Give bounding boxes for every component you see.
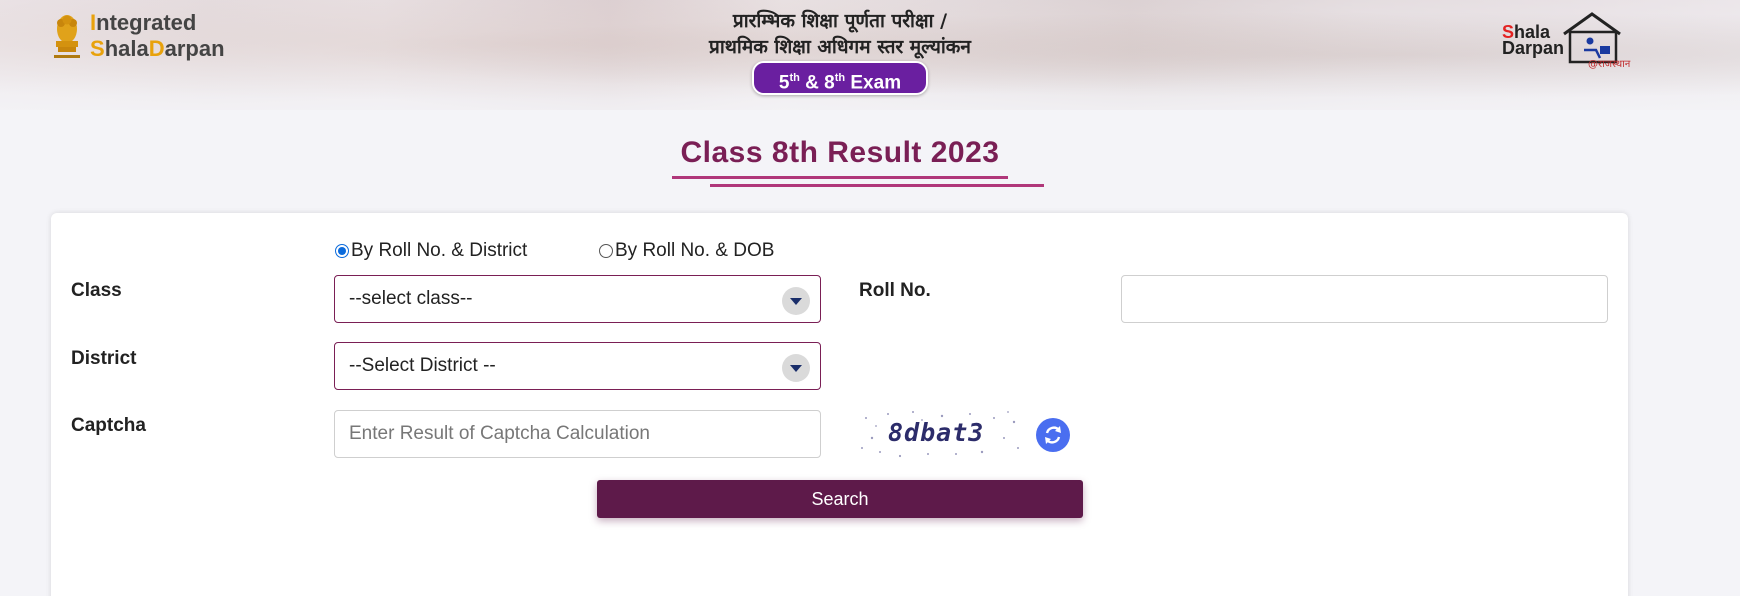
radio-by-roll-district[interactable]: By Roll No. & District (335, 240, 527, 262)
exam-badge-rest: Exam (845, 72, 902, 94)
exam-badge-5-sup: th (789, 72, 800, 84)
title-underline (672, 176, 1008, 179)
header-banner: Integrated ShalaDarpan प्रारम्भिक शिक्षा… (0, 0, 1740, 110)
captcha-image: 8dbat3 (858, 408, 1026, 460)
result-form-card (51, 213, 1628, 596)
captcha-label: Captcha (71, 415, 146, 436)
class-label: Class (71, 280, 122, 301)
shala-darpan-wordmark: Shala Darpan (1502, 23, 1565, 58)
exam-title-hindi: प्रारम्भिक शिक्षा पूर्णता परीक्षा / प्रा… (660, 8, 1020, 60)
roll-no-label: Roll No. (859, 280, 931, 301)
exam-badge-5: 5 (778, 72, 790, 94)
title-underline-offset (710, 184, 1044, 187)
logo-word: Darpan (1502, 38, 1565, 58)
radio-label: By Roll No. & DOB (615, 240, 775, 261)
captcha-text: 8dbat3 (888, 418, 985, 447)
district-label: District (71, 348, 137, 369)
class-select[interactable]: --select class-- (334, 275, 821, 323)
exam-badge-8-sup: th (834, 72, 846, 84)
logo-wordmark: Integrated ShalaDarpan (90, 10, 225, 62)
radio-checked-icon[interactable] (335, 244, 349, 258)
logo-word: hala (104, 36, 149, 61)
roll-no-input[interactable] (1121, 275, 1608, 323)
chevron-down-icon (782, 287, 810, 315)
integrated-shaladarpan-logo[interactable]: Integrated ShalaDarpan (50, 10, 225, 62)
logo-state-text: @राजस्थान (1588, 59, 1631, 70)
radio-label: By Roll No. & District (351, 240, 528, 261)
district-select[interactable]: --Select District -- (334, 342, 821, 390)
captcha-input[interactable]: Enter Result of Captcha Calculation (334, 410, 821, 458)
search-button[interactable]: Search (597, 480, 1083, 518)
logo-word: ntegrated (96, 10, 197, 35)
exam-badge-8: 8 (824, 72, 835, 94)
exam-badge: 5th & 8th Exam (752, 61, 928, 95)
radio-by-roll-dob[interactable]: By Roll No. & DOB (599, 240, 774, 262)
district-select-value: --Select District -- (349, 355, 496, 376)
shala-darpan-rajasthan-logo[interactable]: Shala Darpan @राजस्थान (1500, 12, 1632, 70)
exam-title-line2: प्राथमिक शिक्षा अधिगम स्तर मूल्यांकन (709, 36, 971, 58)
logo-word: arpan (164, 36, 225, 61)
refresh-captcha-icon[interactable] (1036, 418, 1070, 452)
page-title: Class 8th Result 2023 (680, 136, 1000, 169)
radio-unchecked-icon[interactable] (599, 244, 613, 258)
national-emblem-icon (50, 11, 84, 61)
chevron-down-icon (782, 354, 810, 382)
logo-letter: S (90, 36, 105, 61)
exam-title-line1: प्रारम्भिक शिक्षा पूर्णता परीक्षा / (732, 10, 948, 32)
logo-letter: D (148, 36, 165, 61)
exam-badge-amp: & (799, 72, 825, 94)
class-select-value: --select class-- (349, 288, 473, 309)
